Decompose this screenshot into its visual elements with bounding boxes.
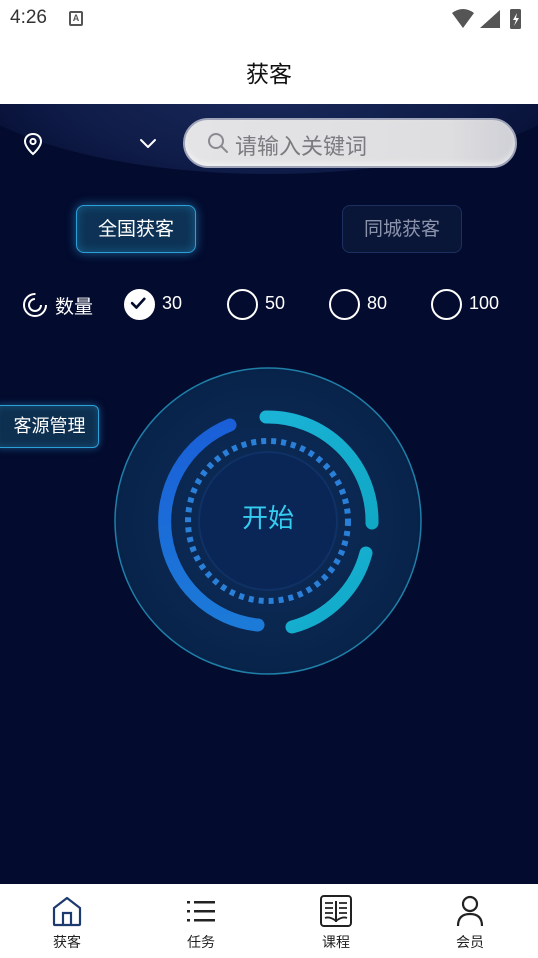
radio-label-30: 30 xyxy=(162,293,183,313)
radio-30[interactable] xyxy=(124,289,155,320)
tab-national[interactable]: 全国获客 xyxy=(76,205,196,253)
radio-label-50: 50 xyxy=(265,293,286,313)
search-input[interactable]: 请输入关键词 xyxy=(183,118,517,168)
title-bar: 获客 xyxy=(0,38,538,104)
location-pin-icon[interactable] xyxy=(22,132,44,156)
main-content: 请输入关键词 全国获客 同城获客 数量 30 50 80 100 客源管理 开始 xyxy=(0,104,538,884)
home-icon xyxy=(52,896,82,927)
quantity-selector: 数量 30 50 80 100 xyxy=(0,286,538,324)
nav-item-courses[interactable]: 课程 xyxy=(269,884,403,958)
user-icon xyxy=(456,895,484,927)
notification-icon: A xyxy=(69,11,83,26)
book-icon xyxy=(320,895,352,927)
page-title: 获客 xyxy=(246,62,292,88)
search-icon xyxy=(208,133,228,153)
quantity-icon xyxy=(23,293,47,317)
signal-icon xyxy=(480,10,500,28)
bottom-nav: 获客 任务 课程 会员 xyxy=(0,884,538,958)
nav-item-home[interactable]: 获客 xyxy=(0,884,134,958)
list-icon xyxy=(187,901,215,922)
radio-label-80: 80 xyxy=(367,293,388,313)
start-dial[interactable]: 开始 xyxy=(112,365,424,677)
nav-label-member: 会员 xyxy=(456,935,484,951)
radio-label-100: 100 xyxy=(469,293,500,313)
chevron-down-icon[interactable] xyxy=(138,136,158,150)
nav-label-home: 获客 xyxy=(53,935,81,951)
start-button-label: 开始 xyxy=(241,504,294,534)
customer-source-button[interactable]: 客源管理 xyxy=(0,405,99,448)
status-bar: 4:26 A xyxy=(0,0,538,38)
nav-item-member[interactable]: 会员 xyxy=(403,884,537,958)
nav-item-tasks[interactable]: 任务 xyxy=(134,884,268,958)
radio-80[interactable] xyxy=(329,289,360,320)
quantity-label: 数量 xyxy=(55,296,94,318)
tab-city[interactable]: 同城获客 xyxy=(342,205,462,253)
wifi-icon xyxy=(452,9,474,28)
check-icon xyxy=(130,297,146,309)
radio-100[interactable] xyxy=(431,289,462,320)
radio-50[interactable] xyxy=(227,289,258,320)
search-placeholder: 请输入关键词 xyxy=(235,135,368,160)
status-time: 4:26 xyxy=(10,7,47,28)
nav-label-courses: 课程 xyxy=(322,935,350,951)
status-icons xyxy=(452,9,521,29)
nav-label-tasks: 任务 xyxy=(187,935,215,951)
